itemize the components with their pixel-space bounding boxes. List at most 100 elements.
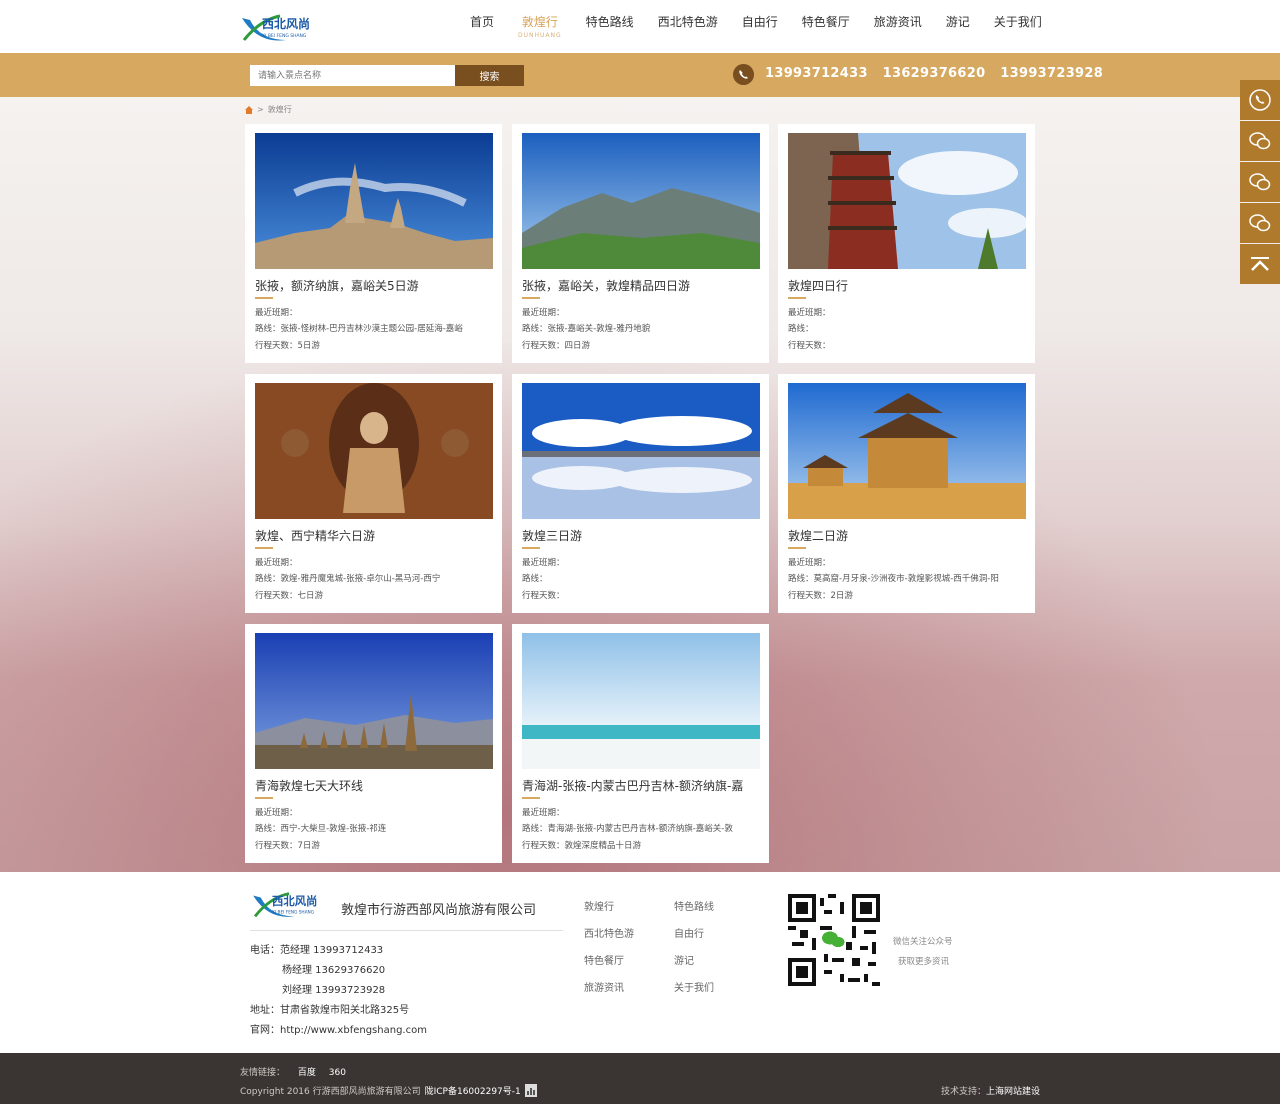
nav-restaurants[interactable]: 特色餐厅 <box>790 0 862 53</box>
sidebar-wechat-button[interactable] <box>1240 203 1280 243</box>
phone-number: 13993712433 <box>765 66 868 81</box>
footer-contact-line: 刘经理 13993723928 <box>282 985 386 996</box>
footer-link-dunhuang[interactable]: 敦煌行 <box>584 898 614 913</box>
nav-travel-news[interactable]: 旅游资讯 <box>862 0 934 53</box>
friend-links: 友情链接： 百度 360 <box>240 1065 356 1078</box>
footer-contact-line: 地址：甘肃省敦煌市阳关北路325号 <box>250 1005 410 1016</box>
title-underline <box>255 797 273 799</box>
nav-label: 特色餐厅 <box>801 15 850 29</box>
footer-logo[interactable]: 西北风尚 XI BEI FENG SHANG <box>250 888 330 922</box>
sidebar-wechat-button[interactable] <box>1240 121 1280 161</box>
tour-card[interactable]: 敦煌三日游 最近班期： 路线： 行程天数： <box>512 374 769 613</box>
title-underline <box>522 547 540 549</box>
copyright: Copyright 2016 行游西部风尚旅游有限公司 陇ICP备1600229… <box>240 1084 537 1097</box>
tour-title[interactable]: 张掖，嘉峪关，敦煌精品四日游 <box>522 277 760 294</box>
icp-record[interactable]: 陇ICP备16002297号-1 <box>425 1084 521 1097</box>
svg-text:XI BEI FENG SHANG: XI BEI FENG SHANG <box>272 910 314 916</box>
tour-image[interactable] <box>255 633 493 769</box>
tour-title[interactable]: 青海湖-张掖-内蒙古巴丹吉林-额济纳旗-嘉 <box>522 777 760 794</box>
wechat-icon <box>1249 132 1271 150</box>
footer-link-travel-news[interactable]: 旅游资讯 <box>584 979 624 994</box>
tour-title[interactable]: 敦煌四日行 <box>788 277 1026 294</box>
sidebar-phone-button[interactable] <box>1240 80 1280 120</box>
stats-badge-icon[interactable] <box>524 1084 537 1097</box>
tour-card[interactable]: 敦煌、西宁精华六日游 最近班期： 路线：敦煌-雅丹魔鬼城-张掖-卓尔山-黑马河-… <box>245 374 502 613</box>
footer-link-restaurants[interactable]: 特色餐厅 <box>584 952 624 967</box>
tour-route: 路线：青海湖-张掖-内蒙古巴丹吉林-额济纳旗-嘉峪关-敦 <box>522 824 733 834</box>
tour-image[interactable] <box>788 383 1026 519</box>
footer-link-northwest-tours[interactable]: 西北特色游 <box>584 925 634 940</box>
tour-route: 路线： <box>522 574 548 584</box>
tour-recent: 最近班期： <box>522 558 565 568</box>
footer-link-independent-travel[interactable]: 自由行 <box>674 925 704 940</box>
footer-link-featured-routes[interactable]: 特色路线 <box>674 898 714 913</box>
nav-travelogue[interactable]: 游记 <box>934 0 982 53</box>
nav-label: 西北特色游 <box>657 15 718 29</box>
footer-contact-line[interactable]: 官网：http://www.xbfengshang.com <box>250 1021 427 1036</box>
bottom-bar: 友情链接： 百度 360 Copyright 2016 行游西部风尚旅游有限公司… <box>0 1053 1280 1104</box>
header: 西北风尚 XI BEI FENG SHANG 首页 敦煌行 DUNHUANG 特色… <box>0 0 1280 53</box>
nav-featured-routes[interactable]: 特色路线 <box>574 0 646 53</box>
nav-sub: DUNHUANG <box>518 32 562 39</box>
qr-caption: 获取更多资讯 <box>898 957 950 967</box>
tour-route: 路线：张掖-怪树林-巴丹吉林沙漠主题公园-居延海-嘉峪 <box>255 324 463 334</box>
tech-support-label: 技术支持： <box>940 1087 986 1097</box>
tour-title[interactable]: 敦煌三日游 <box>522 527 760 544</box>
tour-days: 行程天数：敦煌深度精品十日游 <box>522 841 642 851</box>
footer-link-travelogue[interactable]: 游记 <box>674 952 694 967</box>
friend-link-baidu[interactable]: 百度 <box>298 1068 316 1078</box>
tour-card[interactable]: 青海敦煌七天大环线 最近班期： 路线：西宁-大柴旦-敦煌-张掖-祁连 行程天数：… <box>245 624 502 863</box>
back-to-top-button[interactable] <box>1240 244 1280 284</box>
friend-link-360[interactable]: 360 <box>329 1068 346 1078</box>
tour-image[interactable] <box>788 133 1026 269</box>
home-icon[interactable] <box>245 105 253 114</box>
copyright-text: Copyright 2016 行游西部风尚旅游有限公司 <box>240 1087 421 1097</box>
tour-image[interactable] <box>255 133 493 269</box>
nav-northwest-tours[interactable]: 西北特色游 <box>646 0 730 53</box>
sidebar-wechat-button[interactable] <box>1240 162 1280 202</box>
tour-days: 行程天数： <box>788 341 831 351</box>
search-input[interactable] <box>250 65 455 86</box>
tour-route: 路线：莫高窟-月牙泉-沙洲夜市-敦煌影视城-西千佛洞-阳 <box>788 574 999 584</box>
nav-label: 游记 <box>945 15 970 29</box>
tour-days: 行程天数：2日游 <box>788 591 853 601</box>
tour-title[interactable]: 张掖，额济纳旗，嘉峪关5日游 <box>255 277 493 294</box>
tour-image[interactable] <box>522 383 760 519</box>
logo[interactable]: 西北风尚 XI BEI FENG SHANG <box>240 10 322 46</box>
nav-dunhuang[interactable]: 敦煌行 DUNHUANG <box>506 0 574 53</box>
footer-link-about-us[interactable]: 关于我们 <box>674 979 714 994</box>
phone-icon <box>733 64 754 85</box>
title-underline <box>788 297 806 299</box>
tech-support: 技术支持：上海网站建设 <box>941 1084 1040 1097</box>
nav-label: 敦煌行 <box>521 15 558 29</box>
tour-card[interactable]: 张掖，额济纳旗，嘉峪关5日游 最近班期： 路线：张掖-怪树林-巴丹吉林沙漠主题公… <box>245 124 502 363</box>
breadcrumb-current[interactable]: 敦煌行 <box>268 104 292 115</box>
nav-independent-travel[interactable]: 自由行 <box>730 0 790 53</box>
nav-label: 关于我们 <box>993 15 1042 29</box>
footer-company-name: 敦煌市行游西部风尚旅游有限公司 <box>341 903 537 918</box>
tour-card[interactable]: 张掖，嘉峪关，敦煌精品四日游 最近班期： 路线：张掖-嘉峪关-敦煌-雅丹地貌 行… <box>512 124 769 363</box>
tour-card[interactable]: 敦煌四日行 最近班期： 路线： 行程天数： <box>778 124 1035 363</box>
tour-card[interactable]: 敦煌二日游 最近班期： 路线：莫高窟-月牙泉-沙洲夜市-敦煌影视城-西千佛洞-阳… <box>778 374 1035 613</box>
tour-card[interactable]: 青海湖-张掖-内蒙古巴丹吉林-额济纳旗-嘉 最近班期： 路线：青海湖-张掖-内蒙… <box>512 624 769 863</box>
title-underline <box>255 297 273 299</box>
nav-about-us[interactable]: 关于我们 <box>982 0 1054 53</box>
tech-support-link[interactable]: 上海网站建设 <box>986 1087 1040 1097</box>
tour-title[interactable]: 敦煌、西宁精华六日游 <box>255 527 493 544</box>
tour-title[interactable]: 青海敦煌七天大环线 <box>255 777 493 794</box>
search-button[interactable]: 搜索 <box>455 65 524 86</box>
title-underline <box>522 297 540 299</box>
nav-label: 特色路线 <box>585 15 634 29</box>
tour-days: 行程天数： <box>522 591 565 601</box>
tour-image[interactable] <box>522 133 760 269</box>
phone-number: 13993723928 <box>1000 66 1104 81</box>
tour-image[interactable] <box>255 383 493 519</box>
tour-title[interactable]: 敦煌二日游 <box>788 527 1026 544</box>
nav-label: 旅游资讯 <box>873 15 922 29</box>
tour-route: 路线：敦煌-雅丹魔鬼城-张掖-卓尔山-黑马河-西宁 <box>255 574 441 584</box>
friend-links-label: 友情链接： <box>240 1068 286 1078</box>
nav-home[interactable]: 首页 <box>458 0 506 53</box>
tour-days: 行程天数：7日游 <box>255 841 320 851</box>
title-underline <box>255 547 273 549</box>
tour-image[interactable] <box>522 633 760 769</box>
